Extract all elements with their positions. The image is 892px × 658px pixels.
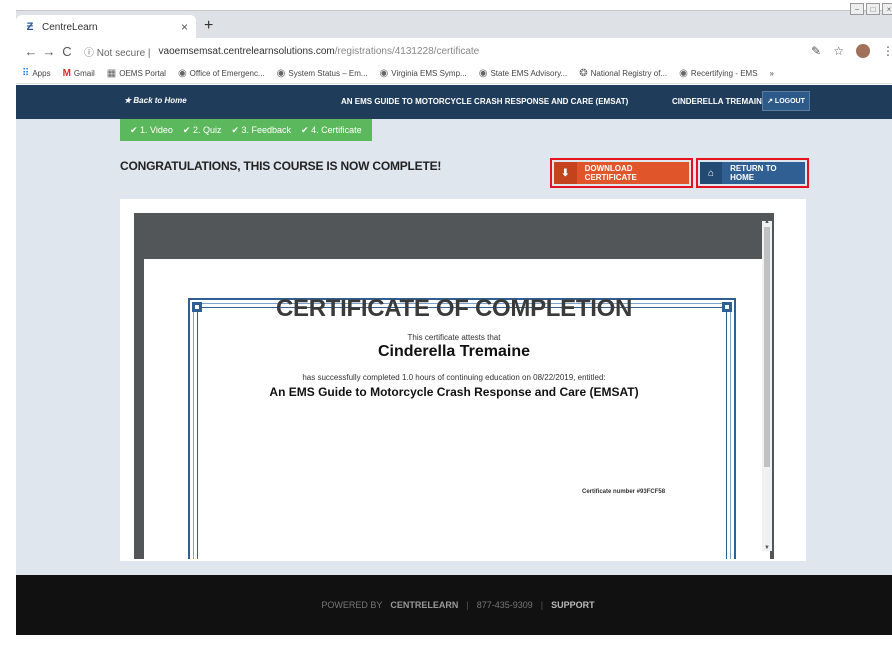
registry-icon: ❂ — [579, 68, 588, 79]
footer-phone: 877-435-9309 — [476, 600, 533, 610]
centrelearn-favicon-icon: Ƶ — [26, 21, 34, 33]
completion-message: CONGRATULATIONS, THIS COURSE IS NOW COMP… — [120, 159, 442, 173]
username: CINDERELLA TREMAINE — [672, 97, 768, 106]
step-certificate[interactable]: ✔ 4. Certificate — [301, 125, 362, 136]
bookmark-national-registry[interactable]: ❂ National Registry of... — [579, 68, 667, 79]
address-bar-row: ← → C ⓘ Not secure | vaoemsemsat.centrel… — [16, 38, 892, 64]
step-quiz[interactable]: ✔ 2. Quiz — [183, 125, 222, 136]
return-to-home-label: RETURN TO HOME — [730, 164, 777, 182]
progress-steps: ✔ 1. Video ✔ 2. Quiz ✔ 3. Feedback ✔ 4. … — [120, 119, 372, 141]
footer-separator: | — [540, 600, 544, 610]
certificate-title: CERTIFICATE OF COMPLETION — [275, 295, 633, 322]
bookmark-apps[interactable]: ⠿ Apps — [22, 68, 51, 79]
profile-avatar[interactable] — [856, 44, 870, 58]
scroll-up-icon[interactable]: ▲ — [762, 219, 772, 225]
pdf-viewer[interactable]: CERTIFICATE OF COMPLETION This certifica… — [134, 213, 774, 559]
url-field[interactable]: ⓘ Not secure | vaoemsemsat.centrelearnso… — [84, 41, 811, 61]
footer-separator: | — [466, 600, 469, 610]
bookmark-state-ems[interactable]: ◉ State EMS Advisory... — [479, 68, 568, 79]
menu-icon[interactable]: ⋮ — [882, 44, 892, 58]
support-link[interactable]: SUPPORT — [551, 600, 595, 610]
recipient-name: Cinderella Tremaine — [377, 343, 531, 360]
main-content: ✔ 1. Video ✔ 2. Quiz ✔ 3. Feedback ✔ 4. … — [16, 119, 892, 575]
browser-tab[interactable]: Ƶ CentreLearn × — [16, 15, 196, 39]
download-icon: ⬇ — [554, 162, 577, 184]
return-to-home-button[interactable]: ⌂ RETURN TO HOME — [696, 158, 809, 188]
apps-grid-icon: ⠿ — [22, 68, 30, 79]
certificate-number: Certificate number #93FCF58 — [582, 489, 666, 495]
bookmark-office-emergency[interactable]: ◉ Office of Emergenc... — [178, 68, 265, 79]
globe-icon: ◉ — [276, 68, 286, 79]
window-controls: − □ × — [850, 3, 892, 15]
browser-window: Ƶ CentreLearn × + − □ × ← → C ⓘ Not secu… — [0, 0, 892, 658]
scroll-down-icon[interactable]: ▼ — [762, 545, 772, 551]
close-window-button[interactable]: × — [882, 3, 892, 15]
maximize-button[interactable]: □ — [866, 3, 880, 15]
bookmark-star-icon[interactable]: ☆ — [833, 44, 844, 58]
site-footer: POWERED BY CENTRELEARN | 877-435-9309 | … — [16, 575, 892, 635]
forward-button[interactable]: → — [40, 44, 58, 59]
download-certificate-label: DOWNLOAD CERTIFICATE — [584, 164, 637, 182]
bookmark-system-status[interactable]: ◉ System Status – Em... — [277, 68, 368, 79]
extension-icon[interactable]: ✎ — [811, 44, 821, 58]
security-info[interactable]: ⓘ Not secure | — [84, 44, 151, 59]
minimize-button[interactable]: − — [850, 3, 864, 15]
bookmark-recertifying[interactable]: ◉ Recertifying - EMS — [679, 68, 757, 79]
new-tab-button[interactable]: + — [204, 17, 213, 35]
gmail-icon: M — [62, 68, 71, 79]
url-path: /registrations/4131228/certificate — [334, 45, 480, 57]
footer-brand: CENTRELEARN — [390, 600, 459, 610]
reload-button[interactable]: C — [58, 44, 76, 59]
url-host: vaoemsemsat.centrelearnsolutions.com — [158, 45, 335, 57]
globe-icon: ◉ — [478, 68, 488, 79]
globe-icon: ◉ — [177, 68, 187, 79]
download-certificate-button[interactable]: ⬇ DOWNLOAD CERTIFICATE — [550, 158, 693, 188]
certificate-attests: This certificate attests that — [407, 333, 501, 342]
bookmark-gmail[interactable]: M Gmail — [63, 68, 95, 79]
certificate-course-name: An EMS Guide to Motorcycle Crash Respons… — [269, 385, 639, 399]
certificate-panel: CERTIFICATE OF COMPLETION This certifica… — [120, 199, 806, 561]
scroll-thumb[interactable] — [764, 227, 770, 467]
site-header: ★ Back to Home AN EMS GUIDE TO MOTORCYCL… — [16, 85, 892, 119]
step-feedback[interactable]: ✔ 3. Feedback — [231, 125, 291, 136]
globe-icon: ◉ — [679, 68, 688, 79]
tab-title: CentreLearn — [42, 21, 98, 33]
footer-powered-by: POWERED BY — [321, 600, 383, 610]
tab-strip: Ƶ CentreLearn × + − □ × — [16, 3, 892, 39]
bookmark-oems-portal[interactable]: ▦ OEMS Portal — [107, 68, 166, 79]
toolbar-right: ✎ ☆ ⋮ — [811, 44, 892, 58]
portal-icon: ▦ — [106, 68, 117, 79]
tab-close-icon[interactable]: × — [181, 20, 188, 34]
completion-statement: has successfully completed 1.0 hours of … — [302, 373, 606, 382]
logout-button[interactable]: ↗ LOGOUT — [762, 91, 810, 111]
home-icon: ⌂ — [700, 162, 723, 184]
back-to-home-link[interactable]: ★ Back to Home — [124, 96, 187, 105]
bookmark-virginia-ems[interactable]: ◉ Virginia EMS Symp... — [380, 68, 467, 79]
pdf-toolbar — [134, 213, 774, 259]
course-title: AN EMS GUIDE TO MOTORCYCLE CRASH RESPONS… — [341, 97, 629, 106]
bookmarks-bar: ⠿ Apps M Gmail ▦ OEMS Portal ◉ Office of Eme… — [16, 64, 892, 84]
globe-icon: ◉ — [379, 68, 389, 79]
pdf-scrollbar[interactable]: ▲ ▼ — [762, 219, 772, 551]
bookmarks-overflow-icon[interactable]: » — [770, 69, 774, 78]
back-button[interactable]: ← — [22, 44, 40, 59]
step-video[interactable]: ✔ 1. Video — [130, 125, 173, 136]
